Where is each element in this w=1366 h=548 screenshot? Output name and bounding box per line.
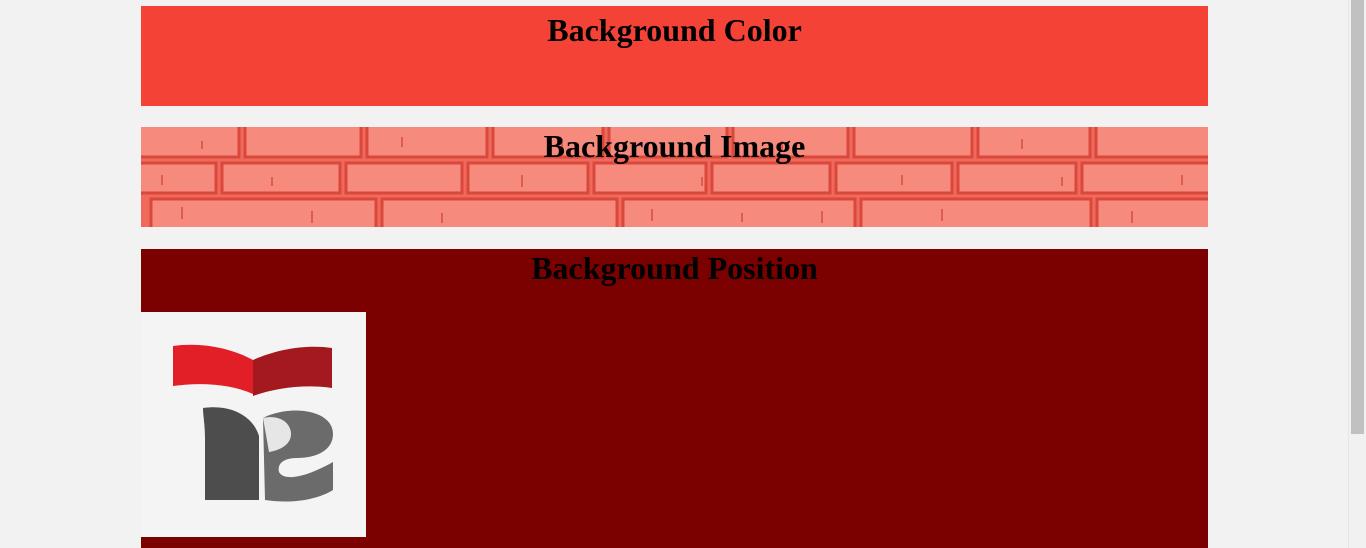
scrollbar-thumb[interactable] [1351,0,1364,434]
background-position-section: Background Position [141,249,1208,548]
background-color-heading: Background Color [547,12,802,48]
ts-book-logo-icon [173,344,333,502]
background-position-heading: Background Position [531,250,818,286]
background-color-section: Background Color [141,6,1208,106]
background-image-heading: Background Image [543,128,806,164]
logo-image [141,312,366,537]
page: Background Color Background Image Backgr… [0,0,1366,548]
background-image-section: Background Image [141,127,1208,227]
vertical-scrollbar[interactable] [1348,0,1366,548]
